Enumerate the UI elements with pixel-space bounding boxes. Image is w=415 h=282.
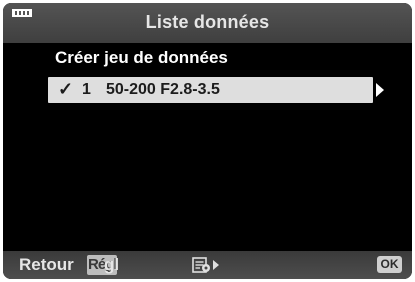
lens-data-row[interactable]: ✓ 1 50-200 F2.8-3.5 (48, 77, 373, 103)
lens-data-number: 1 (82, 81, 91, 98)
camera-menu-screen: Liste données Créer jeu de données ✓ 1 5… (3, 3, 412, 279)
lens-data-name: 50-200 F2.8-3.5 (106, 81, 220, 98)
check-icon: ✓ (58, 79, 74, 99)
title-bar: Liste données (3, 3, 412, 43)
ok-button[interactable]: OK (377, 256, 402, 273)
create-dataset-item[interactable]: Créer jeu de données (55, 48, 228, 68)
back-label[interactable]: Retour (19, 255, 74, 275)
button-guide-bar: Retour Régl gl OK (3, 251, 412, 279)
set-label: gl (104, 255, 120, 274)
right-arrow-icon[interactable] (376, 83, 384, 97)
page-title: Liste données (145, 12, 270, 32)
info-settings-icon[interactable] (192, 256, 220, 274)
